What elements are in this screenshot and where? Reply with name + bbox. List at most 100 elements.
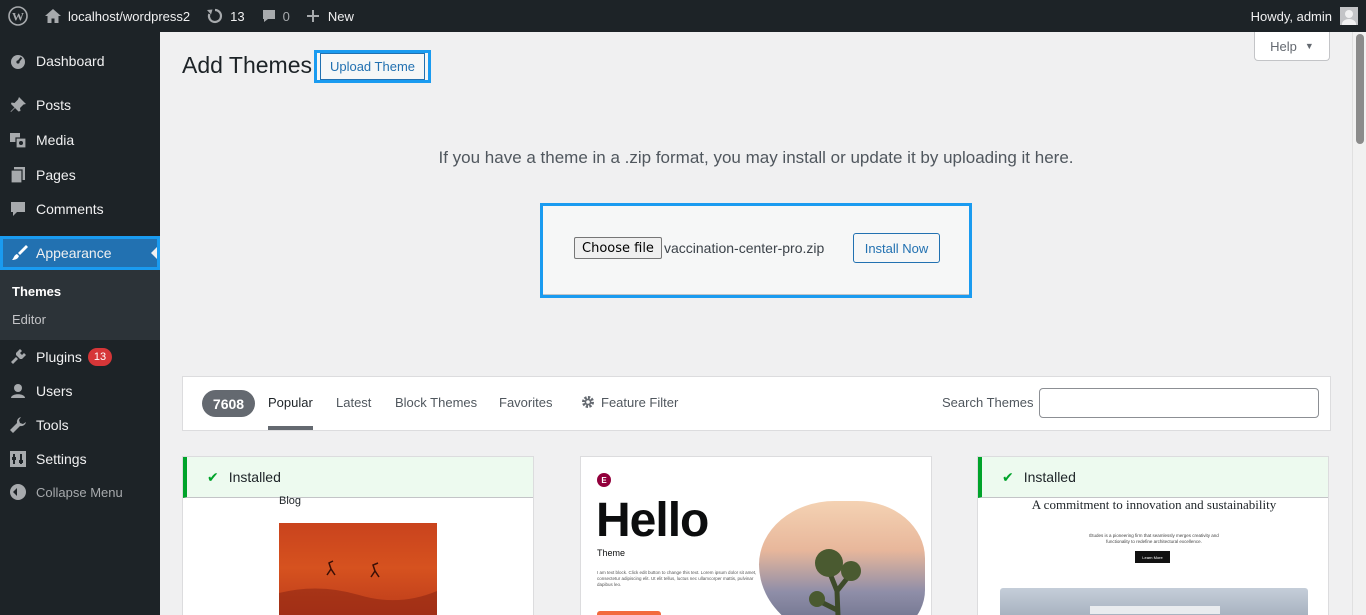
install-now-button[interactable]: Install Now bbox=[853, 233, 940, 263]
paintbrush-icon bbox=[3, 244, 36, 262]
comment-bubble-icon bbox=[261, 8, 277, 24]
new-label: New bbox=[327, 8, 354, 24]
sidebar-item-label: Comments bbox=[36, 201, 104, 217]
sidebar-item-posts[interactable]: Posts bbox=[0, 88, 160, 122]
theme-screenshot-button: Learn More bbox=[1135, 551, 1170, 563]
site-name-label: localhost/wordpress2 bbox=[68, 8, 191, 24]
sidebar-item-tools[interactable]: Tools bbox=[0, 408, 160, 442]
checkmark-icon: ✔ bbox=[207, 468, 219, 485]
updates-link[interactable]: 13 bbox=[198, 0, 252, 32]
tab-favorites[interactable]: Favorites bbox=[499, 395, 552, 410]
sidebar-item-media[interactable]: Media bbox=[0, 123, 160, 157]
page-title: Add Themes bbox=[182, 52, 312, 78]
sidebar-item-appearance[interactable]: Appearance bbox=[0, 236, 160, 270]
installed-notice: ✔ Installed bbox=[978, 457, 1328, 498]
sidebar-item-dashboard[interactable]: Dashboard bbox=[0, 44, 160, 78]
tab-latest[interactable]: Latest bbox=[336, 395, 371, 410]
main-content: Help ▼ Add Themes Upload Theme If you ha… bbox=[160, 32, 1352, 615]
elementor-logo-icon: E bbox=[597, 473, 611, 487]
new-content-link[interactable]: New bbox=[298, 0, 362, 32]
sidebar-item-label: Users bbox=[36, 383, 73, 399]
sidebar-item-label: Dashboard bbox=[36, 53, 105, 69]
sidebar-item-users[interactable]: Users bbox=[0, 374, 160, 408]
sidebar-item-label: Pages bbox=[36, 167, 76, 183]
pin-icon bbox=[0, 96, 36, 114]
feature-filter-label: Feature Filter bbox=[601, 395, 679, 410]
theme-screenshot-title: A commitment to innovation and sustainab… bbox=[1031, 497, 1277, 512]
scrollbar-thumb[interactable] bbox=[1356, 34, 1364, 144]
settings-icon bbox=[0, 450, 36, 468]
tab-popular[interactable]: Popular bbox=[268, 395, 313, 430]
theme-screenshot-title: Hello bbox=[596, 494, 709, 547]
sidebar-item-plugins[interactable]: Plugins 13 bbox=[0, 340, 160, 374]
theme-card[interactable]: ✔ Installed A commitment to innovation a… bbox=[977, 456, 1329, 615]
user-icon bbox=[0, 382, 36, 400]
theme-screenshot-image bbox=[759, 501, 925, 615]
sidebar-item-label: Media bbox=[36, 132, 75, 148]
theme-screenshot-image bbox=[279, 523, 437, 615]
media-icon bbox=[0, 131, 36, 149]
feature-filter-button[interactable]: Feature Filter bbox=[581, 395, 678, 410]
theme-screenshot-image bbox=[1000, 588, 1308, 615]
collapse-menu-label: Collapse Menu bbox=[36, 484, 123, 500]
upload-form: Choose file vaccination-center-pro.zip I… bbox=[540, 203, 972, 298]
tab-block-themes[interactable]: Block Themes bbox=[395, 395, 477, 410]
submenu-item-themes[interactable]: Themes bbox=[12, 284, 61, 299]
caret-down-icon: ▼ bbox=[1304, 41, 1314, 51]
installed-label: Installed bbox=[228, 469, 281, 485]
plug-icon bbox=[0, 348, 36, 366]
updates-count: 13 bbox=[230, 8, 245, 24]
theme-count-badge: 7608 bbox=[202, 390, 255, 417]
sidebar-item-label: Posts bbox=[36, 97, 72, 113]
pages-icon bbox=[0, 166, 36, 184]
theme-card[interactable]: ✔ Installed Blog bbox=[182, 456, 534, 615]
upload-instructions: If you have a theme in a .zip format, yo… bbox=[438, 148, 1074, 167]
help-label: Help bbox=[1270, 38, 1297, 54]
wrench-icon bbox=[0, 416, 36, 434]
svg-text:W: W bbox=[12, 10, 24, 24]
appearance-submenu: Themes Editor bbox=[0, 270, 160, 340]
theme-screenshot-body: I am text block. Click edit button to ch… bbox=[597, 570, 757, 587]
help-button[interactable]: Help ▼ bbox=[1254, 32, 1330, 61]
upload-theme-button[interactable]: Upload Theme bbox=[314, 50, 431, 83]
comments-icon bbox=[0, 200, 36, 218]
admin-sidebar: Dashboard Posts Media Pages Comments App… bbox=[0, 32, 160, 615]
howdy-label: Howdy, admin bbox=[1250, 8, 1332, 24]
theme-screenshot-body: Études is a pioneering firm that seamles… bbox=[1089, 533, 1219, 544]
selected-file-name: vaccination-center-pro.zip bbox=[664, 240, 825, 256]
site-name-link[interactable]: localhost/wordpress2 bbox=[36, 0, 198, 32]
sidebar-item-pages[interactable]: Pages bbox=[0, 158, 160, 192]
submenu-item-editor[interactable]: Editor bbox=[12, 312, 46, 327]
sidebar-item-label: Settings bbox=[36, 451, 87, 467]
sidebar-item-label: Appearance bbox=[36, 245, 112, 261]
dashboard-icon bbox=[0, 52, 36, 70]
plus-icon bbox=[306, 9, 320, 23]
installed-notice: ✔ Installed bbox=[183, 457, 533, 498]
theme-card[interactable]: E Hello Theme I am text block. Click edi… bbox=[580, 456, 932, 615]
theme-screenshot-button bbox=[597, 611, 661, 615]
installed-label: Installed bbox=[1023, 469, 1076, 485]
page-scrollbar[interactable] bbox=[1352, 32, 1366, 615]
admin-bar: W localhost/wordpress2 13 0 New Howdy, a… bbox=[0, 0, 1366, 32]
avatar bbox=[1340, 7, 1358, 25]
updates-icon bbox=[206, 7, 224, 25]
checkmark-icon: ✔ bbox=[1002, 468, 1014, 485]
wordpress-logo-icon[interactable]: W bbox=[0, 0, 36, 32]
theme-screenshot-subtitle: Theme bbox=[597, 548, 626, 558]
plugins-update-badge: 13 bbox=[87, 348, 113, 366]
choose-file-button[interactable]: Choose file bbox=[574, 237, 662, 259]
upload-theme-label: Upload Theme bbox=[319, 53, 426, 80]
collapse-menu-button[interactable]: Collapse Menu bbox=[0, 475, 160, 509]
search-themes-label: Search Themes bbox=[942, 395, 1034, 410]
home-icon bbox=[44, 8, 62, 24]
sidebar-item-label: Tools bbox=[36, 417, 69, 433]
sidebar-item-settings[interactable]: Settings bbox=[0, 442, 160, 476]
search-themes-input[interactable] bbox=[1039, 388, 1319, 418]
comments-count: 0 bbox=[282, 8, 290, 24]
theme-filter-bar: 7608 Popular Latest Block Themes Favorit… bbox=[182, 376, 1331, 431]
my-account-link[interactable]: Howdy, admin bbox=[1243, 0, 1366, 32]
sidebar-item-comments[interactable]: Comments bbox=[0, 192, 160, 226]
collapse-icon bbox=[0, 484, 36, 500]
comments-link[interactable]: 0 bbox=[253, 0, 298, 32]
theme-screenshot-text: Blog bbox=[279, 495, 302, 507]
